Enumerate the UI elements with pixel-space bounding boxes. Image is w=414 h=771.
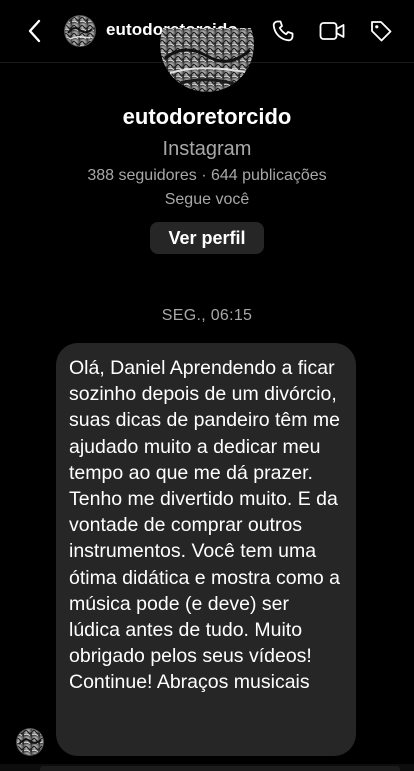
call-button[interactable] xyxy=(270,18,296,44)
back-button[interactable] xyxy=(22,18,48,44)
profile-stats: 388 seguidores · 644 publicações xyxy=(87,167,327,184)
tag-icon xyxy=(371,21,392,42)
tag-button[interactable] xyxy=(368,18,394,44)
message-timestamp: SEG., 06:15 xyxy=(161,307,253,324)
profile-name: eutodoretorcido xyxy=(122,104,292,129)
message-bubble[interactable]: Olá, Daniel Aprendendo a ficar sozinho d… xyxy=(56,343,356,756)
sender-avatar[interactable] xyxy=(16,728,44,756)
composer-edge xyxy=(0,764,414,771)
follow-status: Segue você xyxy=(164,191,250,208)
phone-icon xyxy=(272,20,294,42)
message-composer[interactable] xyxy=(40,766,400,771)
video-call-button[interactable] xyxy=(319,18,345,44)
chevron-left-icon xyxy=(28,19,41,43)
platform-label: Instagram xyxy=(162,138,252,160)
profile-avatar[interactable] xyxy=(160,28,254,92)
header-avatar[interactable] xyxy=(64,15,96,47)
video-camera-icon xyxy=(319,22,345,40)
view-profile-button[interactable]: Ver perfil xyxy=(150,222,264,254)
